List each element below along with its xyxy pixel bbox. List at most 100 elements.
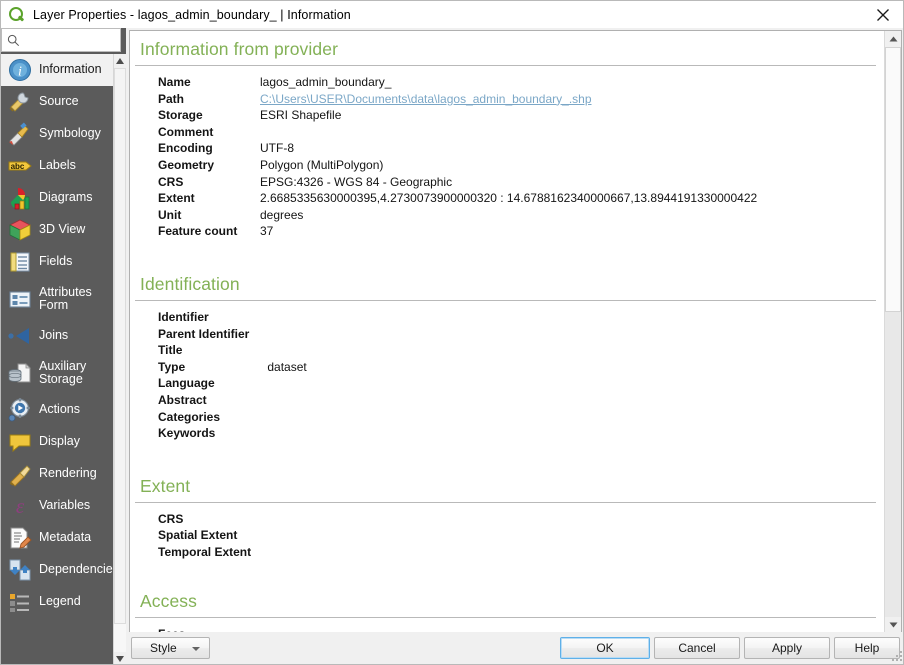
sidebar-item-rendering[interactable]: Rendering <box>1 458 113 490</box>
row-key: Extent <box>158 191 195 206</box>
sidebar-scroll-up-icon[interactable] <box>114 54 126 68</box>
row-key: Name <box>158 75 191 89</box>
row-key: Identifier <box>158 309 209 324</box>
actions-gear-play-icon <box>7 397 33 423</box>
row-value <box>267 410 306 427</box>
sidebar-item-fields[interactable]: Fields <box>1 246 113 278</box>
sidebar-item-labels[interactable]: abc Labels <box>1 150 113 182</box>
row-value: 2.6685335630000395,4.2730073900000320 : … <box>260 191 758 206</box>
table-row: Keywords <box>158 426 307 443</box>
symbology-brush-icon <box>7 121 33 147</box>
content-scroll-thumb[interactable] <box>885 47 901 312</box>
table-row: Feature count 37 <box>158 224 757 241</box>
content-scrollbar[interactable] <box>884 31 901 633</box>
ok-button[interactable]: OK <box>560 637 650 659</box>
sidebar-item-label: Metadata <box>39 530 92 545</box>
content-scroll-down-icon[interactable] <box>885 617 901 633</box>
search-icon <box>7 34 20 46</box>
style-button[interactable]: Style <box>131 637 210 659</box>
path-link[interactable]: C:\Users\USER\Documents\data\lagos_admin… <box>260 92 592 106</box>
sidebar-item-joins[interactable]: Joins <box>1 320 113 352</box>
sidebar-item-attributes-form[interactable]: Attributes Form <box>1 278 113 320</box>
sidebar-item-label: Source <box>39 94 79 109</box>
row-key: Title <box>158 343 183 358</box>
metadata-pencil-icon <box>7 525 33 551</box>
sidebar-item-display[interactable]: Display <box>1 426 113 458</box>
row-value: lagos_admin_boundary_ <box>260 75 392 89</box>
table-row: Title <box>158 343 307 360</box>
row-key: Storage <box>158 108 203 123</box>
sidebar-item-label: Fields <box>39 254 73 269</box>
display-speech-icon <box>7 429 33 455</box>
table-row: Identifier <box>158 310 307 327</box>
table-row: Storage ESRI Shapefile <box>158 108 757 125</box>
cancel-button[interactable]: Cancel <box>654 637 740 659</box>
section-divider <box>135 65 876 66</box>
row-value: UTF-8 <box>260 141 294 156</box>
resize-grip-icon[interactable] <box>890 649 904 663</box>
table-row: Comment <box>158 125 757 142</box>
sidebar-item-label: Joins <box>39 328 69 343</box>
sidebar-scrollbar[interactable] <box>113 54 126 664</box>
row-key: Path <box>158 91 185 106</box>
row-value <box>267 393 306 410</box>
sidebar-item-actions[interactable]: Actions <box>1 394 113 426</box>
style-button-label: Style <box>150 641 177 655</box>
sidebar-item-information[interactable]: i Information <box>1 54 113 86</box>
sidebar-item-auxiliary-storage[interactable]: Auxiliary Storage <box>1 352 113 394</box>
table-row: Temporal Extent <box>158 545 269 562</box>
chevron-down-icon <box>192 647 200 651</box>
sidebar-item-label: Symbology <box>39 126 101 141</box>
row-value: EPSG:4326 - WGS 84 - Geographic <box>260 174 453 189</box>
sidebar-item-metadata[interactable]: Metadata <box>1 522 113 554</box>
sidebar-item-variables[interactable]: ε Variables <box>1 490 113 522</box>
row-value: Polygon (MultiPolygon) <box>260 157 384 172</box>
sidebar-item-label: Actions <box>39 402 80 417</box>
row-key: Feature count <box>158 224 238 239</box>
table-row: Encoding UTF-8 <box>158 141 757 158</box>
row-value: ESRI Shapefile <box>260 108 342 123</box>
svg-text:i: i <box>18 65 22 80</box>
table-row: CRS EPSG:4326 - WGS 84 - Geographic <box>158 175 757 192</box>
row-value: C:\Users\USER\Documents\data\lagos_admin… <box>260 92 757 109</box>
sidebar-item-source[interactable]: Source <box>1 86 113 118</box>
sidebar-nav-list[interactable]: i Information Source Symbology abc Label… <box>1 54 113 640</box>
table-row: Categories <box>158 410 307 427</box>
identification-table: Identifier Parent Identifier Title Type … <box>158 310 307 443</box>
joins-arrow-icon <box>7 323 33 349</box>
sidebar-item-diagrams[interactable]: Diagrams <box>1 182 113 214</box>
row-key: Geometry <box>158 157 215 172</box>
search-input[interactable] <box>23 34 119 46</box>
fields-list-icon <box>7 249 33 275</box>
section-divider <box>135 501 876 503</box>
table-row: Type dataset <box>158 360 307 377</box>
sidebar-item-label: Legend <box>39 594 81 609</box>
section-heading: Access <box>140 591 198 612</box>
dependencies-icon <box>7 557 33 583</box>
sidebar-item-label: 3D View <box>39 222 86 237</box>
search-box[interactable] <box>1 28 121 52</box>
sidebar-item-3d-view[interactable]: 3D View <box>1 214 113 246</box>
table-row: Spatial Extent <box>158 528 269 545</box>
sidebar-scroll-thumb[interactable] <box>114 68 126 624</box>
information-content: Information from provider Name lagos_adm… <box>130 31 884 633</box>
content-scroll-up-icon[interactable] <box>885 31 901 47</box>
sidebar-scroll-down-icon[interactable] <box>114 652 126 664</box>
row-value: dataset <box>267 359 307 374</box>
sidebar-item-symbology[interactable]: Symbology <box>1 118 113 150</box>
extent-table: CRS Spatial Extent Temporal Extent <box>158 512 269 562</box>
row-value <box>267 376 306 393</box>
sidebar-item-label: Rendering <box>39 466 97 481</box>
sidebar-item-dependencies[interactable]: Dependencies <box>1 554 113 586</box>
row-key: Abstract <box>158 392 207 407</box>
sidebar-item-label: Display <box>39 434 80 449</box>
svg-text:abc: abc <box>11 162 25 171</box>
apply-button[interactable]: Apply <box>744 637 830 659</box>
close-icon[interactable] <box>860 1 903 28</box>
table-row: Parent Identifier <box>158 327 307 344</box>
row-key: CRS <box>158 174 184 189</box>
section-heading: Extent <box>140 475 191 496</box>
sidebar-item-legend[interactable]: Legend <box>1 586 113 618</box>
row-key: Spatial Extent <box>158 528 238 543</box>
information-scroll-area: Information from provider Name lagos_adm… <box>130 31 884 633</box>
